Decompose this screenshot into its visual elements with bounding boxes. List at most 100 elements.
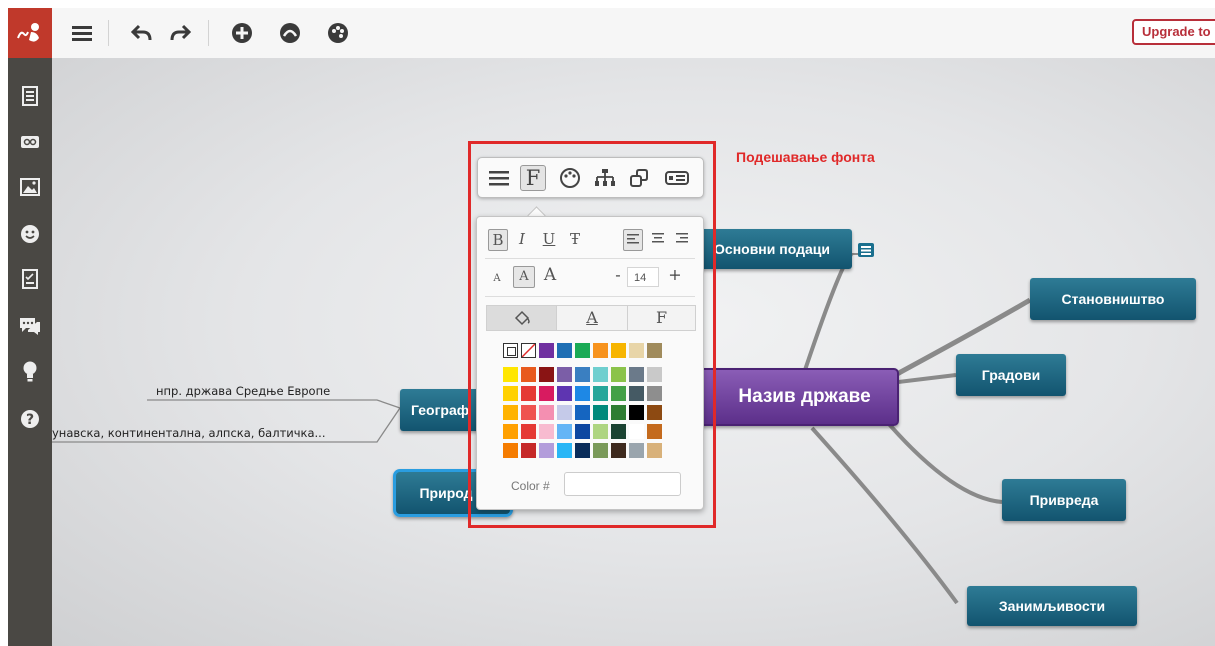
plus-circle-icon[interactable] — [230, 21, 254, 45]
align-center-button[interactable] — [649, 229, 667, 249]
color-swatch[interactable] — [539, 386, 554, 401]
color-swatch[interactable] — [647, 424, 662, 439]
color-hex-input[interactable] — [564, 472, 681, 496]
color-swatch[interactable] — [539, 367, 554, 382]
swatch-none-bordered[interactable] — [503, 343, 518, 358]
color-swatch[interactable] — [575, 343, 590, 358]
task-checklist-icon[interactable] — [18, 267, 42, 291]
redo-arrow-icon[interactable] — [168, 21, 192, 45]
tab-font-family[interactable]: F — [627, 305, 696, 331]
color-swatch[interactable] — [539, 343, 554, 358]
outline-list-icon[interactable] — [18, 84, 42, 108]
color-swatch[interactable] — [557, 343, 572, 358]
font-size-large-button[interactable]: A — [540, 265, 560, 285]
color-swatch[interactable] — [503, 367, 518, 382]
color-swatch[interactable] — [575, 367, 590, 382]
note-icon[interactable] — [857, 242, 875, 258]
comments-icon[interactable] — [18, 314, 42, 338]
help-icon[interactable]: ? — [18, 407, 42, 431]
lightbulb-icon[interactable] — [18, 360, 42, 384]
font-size-small-button[interactable]: A — [491, 269, 503, 289]
mindmeister-logo-icon[interactable] — [8, 8, 52, 58]
color-swatch[interactable] — [521, 443, 536, 458]
color-swatch[interactable] — [593, 367, 608, 382]
palette-icon[interactable] — [557, 165, 583, 191]
leaf-types-text[interactable]: унавска, континентална, алпска, балтичка… — [52, 426, 326, 440]
leaf-example-text[interactable]: нпр. држава Средње Европе — [156, 384, 330, 398]
upgrade-button[interactable]: Upgrade to — [1132, 19, 1215, 45]
color-swatch[interactable] — [593, 424, 608, 439]
color-swatch[interactable] — [557, 367, 572, 382]
color-swatch[interactable] — [629, 367, 644, 382]
strikethrough-button[interactable]: Ŧ — [566, 229, 584, 249]
color-swatch[interactable] — [647, 367, 662, 382]
label-icon[interactable] — [664, 165, 690, 191]
color-swatch[interactable] — [629, 405, 644, 420]
tab-fill-color[interactable] — [486, 305, 557, 331]
color-swatch[interactable] — [647, 343, 662, 358]
color-swatch[interactable] — [629, 424, 644, 439]
node-economy[interactable]: Привреда — [1002, 479, 1126, 521]
font-size-medium-button[interactable]: A — [513, 266, 535, 288]
tab-text-color[interactable]: A — [556, 305, 628, 331]
color-swatch[interactable] — [611, 424, 626, 439]
central-node[interactable]: Назив државе — [692, 368, 899, 426]
font-size-decrease-button[interactable]: - — [611, 265, 625, 285]
boundary-icon[interactable] — [626, 165, 652, 191]
color-swatch[interactable] — [575, 424, 590, 439]
color-swatch[interactable] — [557, 405, 572, 420]
swatch-no-color[interactable] — [521, 343, 536, 358]
color-swatch[interactable] — [593, 405, 608, 420]
color-swatch[interactable] — [629, 386, 644, 401]
hamburger-menu-icon[interactable] — [70, 21, 94, 45]
color-swatch[interactable] — [503, 443, 518, 458]
color-swatch[interactable] — [593, 386, 608, 401]
color-swatch[interactable] — [611, 386, 626, 401]
node-fun-facts[interactable]: Занимљивости — [967, 586, 1137, 626]
link-icon[interactable] — [18, 130, 42, 154]
color-swatch[interactable] — [575, 405, 590, 420]
align-right-button[interactable] — [673, 229, 691, 249]
color-swatch[interactable] — [593, 343, 608, 358]
font-size-increase-button[interactable]: + — [667, 265, 683, 285]
color-swatch[interactable] — [629, 343, 644, 358]
color-swatch[interactable] — [593, 443, 608, 458]
color-swatch[interactable] — [557, 424, 572, 439]
color-swatch[interactable] — [503, 386, 518, 401]
color-swatch[interactable] — [575, 386, 590, 401]
color-swatch[interactable] — [521, 367, 536, 382]
smiley-icon[interactable] — [18, 222, 42, 246]
node-cities[interactable]: Градови — [956, 354, 1066, 396]
node-population[interactable]: Становништво — [1030, 278, 1196, 320]
node-basic-data[interactable]: Основни подаци — [692, 229, 852, 269]
color-swatch[interactable] — [611, 405, 626, 420]
structure-icon[interactable] — [592, 165, 618, 191]
font-icon[interactable]: F — [520, 165, 546, 191]
palette-circle-icon[interactable] — [326, 21, 350, 45]
color-swatch[interactable] — [647, 405, 662, 420]
color-swatch[interactable] — [611, 367, 626, 382]
color-swatch[interactable] — [647, 386, 662, 401]
color-swatch[interactable] — [647, 443, 662, 458]
align-left-button[interactable] — [623, 229, 643, 251]
color-swatch[interactable] — [521, 386, 536, 401]
color-swatch[interactable] — [575, 443, 590, 458]
menu-icon[interactable] — [486, 165, 512, 191]
color-swatch[interactable] — [611, 343, 626, 358]
font-size-input[interactable]: 14 — [627, 267, 659, 287]
color-swatch[interactable] — [503, 405, 518, 420]
image-icon[interactable] — [18, 175, 42, 199]
color-swatch[interactable] — [557, 386, 572, 401]
bold-button[interactable]: B — [488, 229, 508, 251]
color-swatch[interactable] — [503, 424, 518, 439]
italic-button[interactable]: I — [513, 229, 531, 249]
color-swatch[interactable] — [539, 405, 554, 420]
color-swatch[interactable] — [557, 443, 572, 458]
undo-arrow-icon[interactable] — [130, 21, 154, 45]
color-swatch[interactable] — [611, 443, 626, 458]
color-swatch[interactable] — [539, 424, 554, 439]
connect-circle-icon[interactable] — [278, 21, 302, 45]
color-swatch[interactable] — [629, 443, 644, 458]
color-swatch[interactable] — [521, 424, 536, 439]
color-swatch[interactable] — [521, 405, 536, 420]
